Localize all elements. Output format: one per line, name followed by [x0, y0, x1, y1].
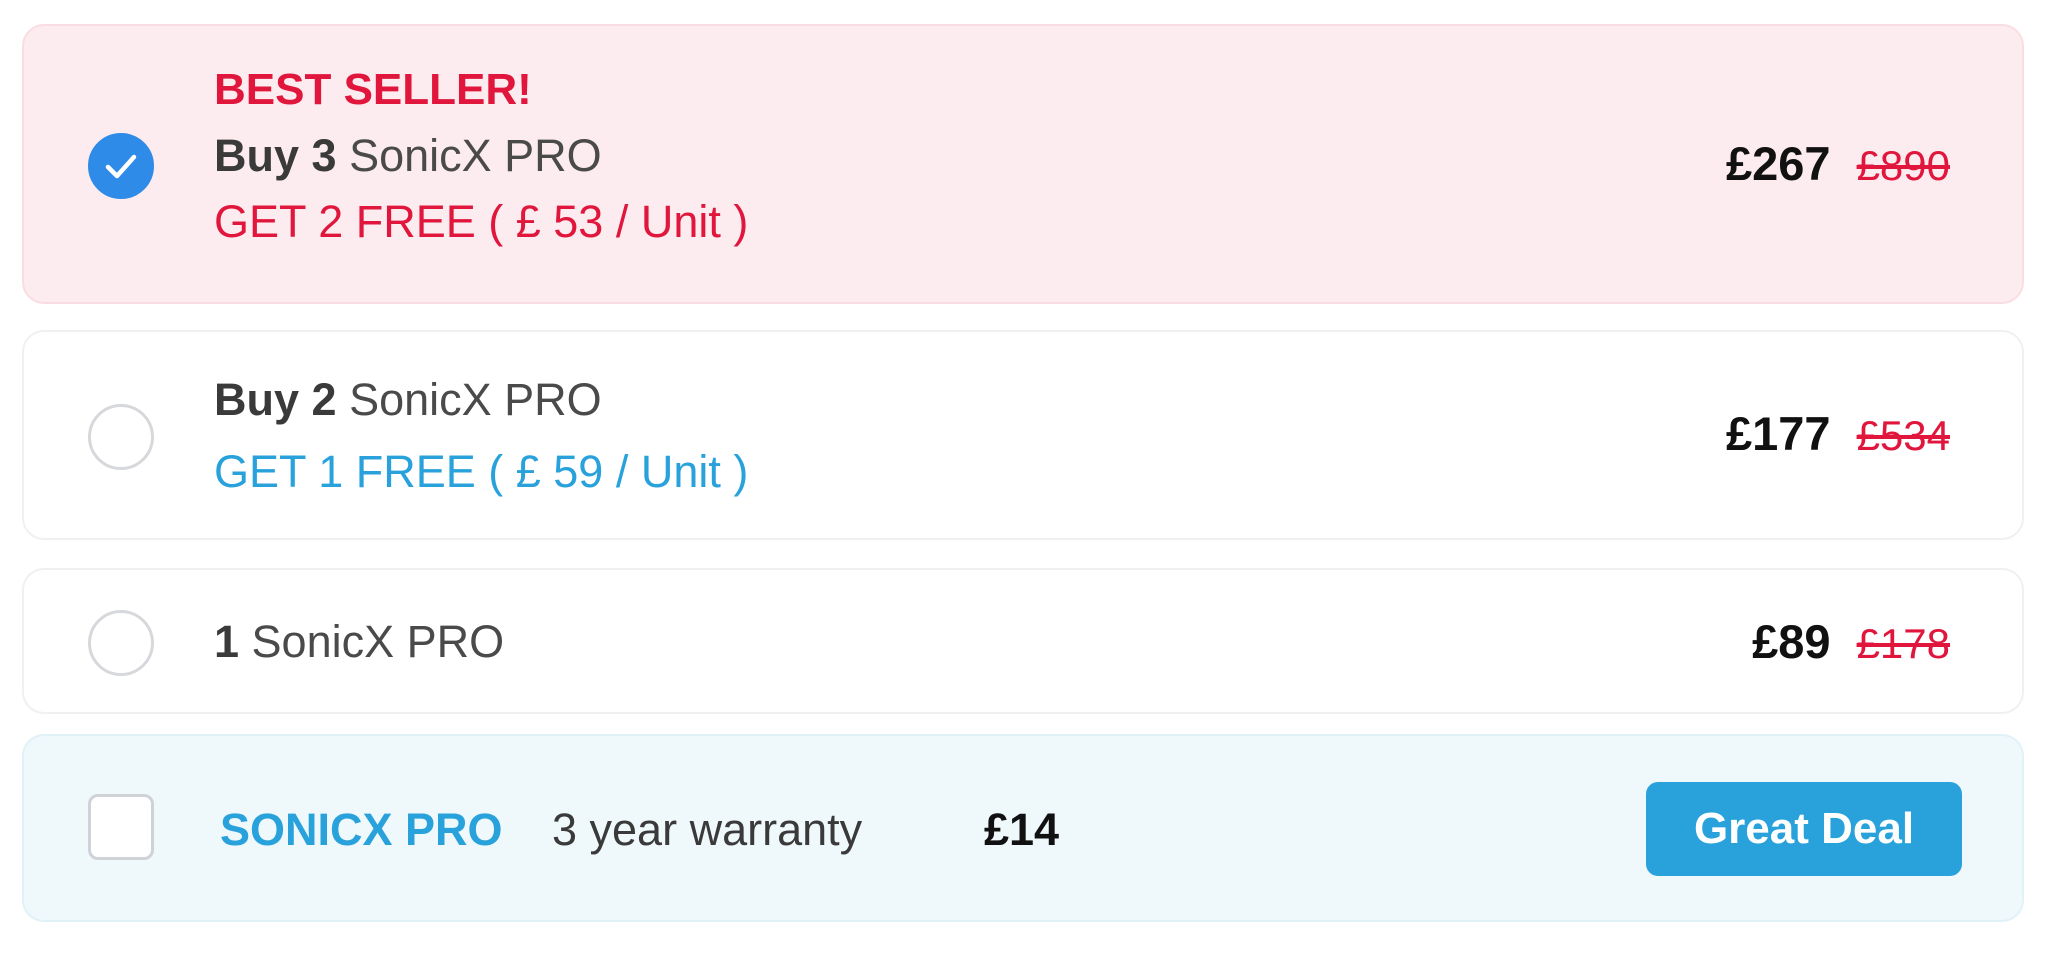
best-seller-badge: BEST SELLER! [214, 65, 532, 114]
option-price: £177 £534 [1726, 402, 1950, 468]
current-price: £89 [1752, 615, 1831, 668]
check-icon [105, 154, 137, 179]
warranty-addon[interactable]: SONICX PRO 3 year warranty £14 Great Dea… [22, 734, 2024, 922]
option-title: Buy 2 SonicX PRO [214, 368, 748, 440]
option-product: SonicX PRO [349, 130, 602, 181]
option-quantity: 1 [214, 616, 240, 667]
option-radio[interactable] [88, 404, 154, 470]
great-deal-button[interactable]: Great Deal [1646, 782, 1962, 876]
original-price: £890 [1856, 142, 1950, 189]
option-offer: GET 1 FREE ( £ 59 / Unit ) [214, 446, 749, 497]
option-details: Buy 2 SonicX PRO GET 1 FREE ( £ 59 / Uni… [214, 368, 748, 512]
option-title: 1 SonicX PRO [214, 610, 504, 674]
original-price: £178 [1856, 620, 1950, 667]
option-radio[interactable] [88, 610, 154, 676]
option-details: BEST SELLER! Buy 3 SonicX PRO GET 2 FREE… [214, 58, 748, 256]
warranty-price: £14 [984, 804, 1060, 855]
warranty-checkbox[interactable] [88, 794, 154, 860]
warranty-brand: SONICX PRO [220, 804, 503, 855]
option-quantity: Buy 3 [214, 130, 337, 181]
option-radio-selected[interactable] [88, 133, 154, 199]
option-details: 1 SonicX PRO [214, 610, 504, 674]
current-price: £267 [1726, 137, 1831, 190]
bundle-option-buy-3[interactable]: BEST SELLER! Buy 3 SonicX PRO GET 2 FREE… [22, 24, 2024, 304]
option-offer: GET 2 FREE ( £ 53 / Unit ) [214, 196, 749, 247]
bundle-option-single[interactable]: 1 SonicX PRO £89 £178 [22, 568, 2024, 714]
option-price: £89 £178 [1752, 610, 1950, 676]
option-quantity: Buy 2 [214, 374, 337, 425]
option-product: SonicX PRO [349, 374, 602, 425]
option-title: Buy 3 SonicX PRO [214, 124, 748, 190]
warranty-label: 3 year warranty [552, 804, 863, 855]
current-price: £177 [1726, 407, 1831, 460]
bundle-option-buy-2[interactable]: Buy 2 SonicX PRO GET 1 FREE ( £ 59 / Uni… [22, 330, 2024, 540]
original-price: £534 [1856, 412, 1950, 459]
option-product: SonicX PRO [251, 616, 505, 667]
option-price: £267 £890 [1726, 132, 1950, 198]
